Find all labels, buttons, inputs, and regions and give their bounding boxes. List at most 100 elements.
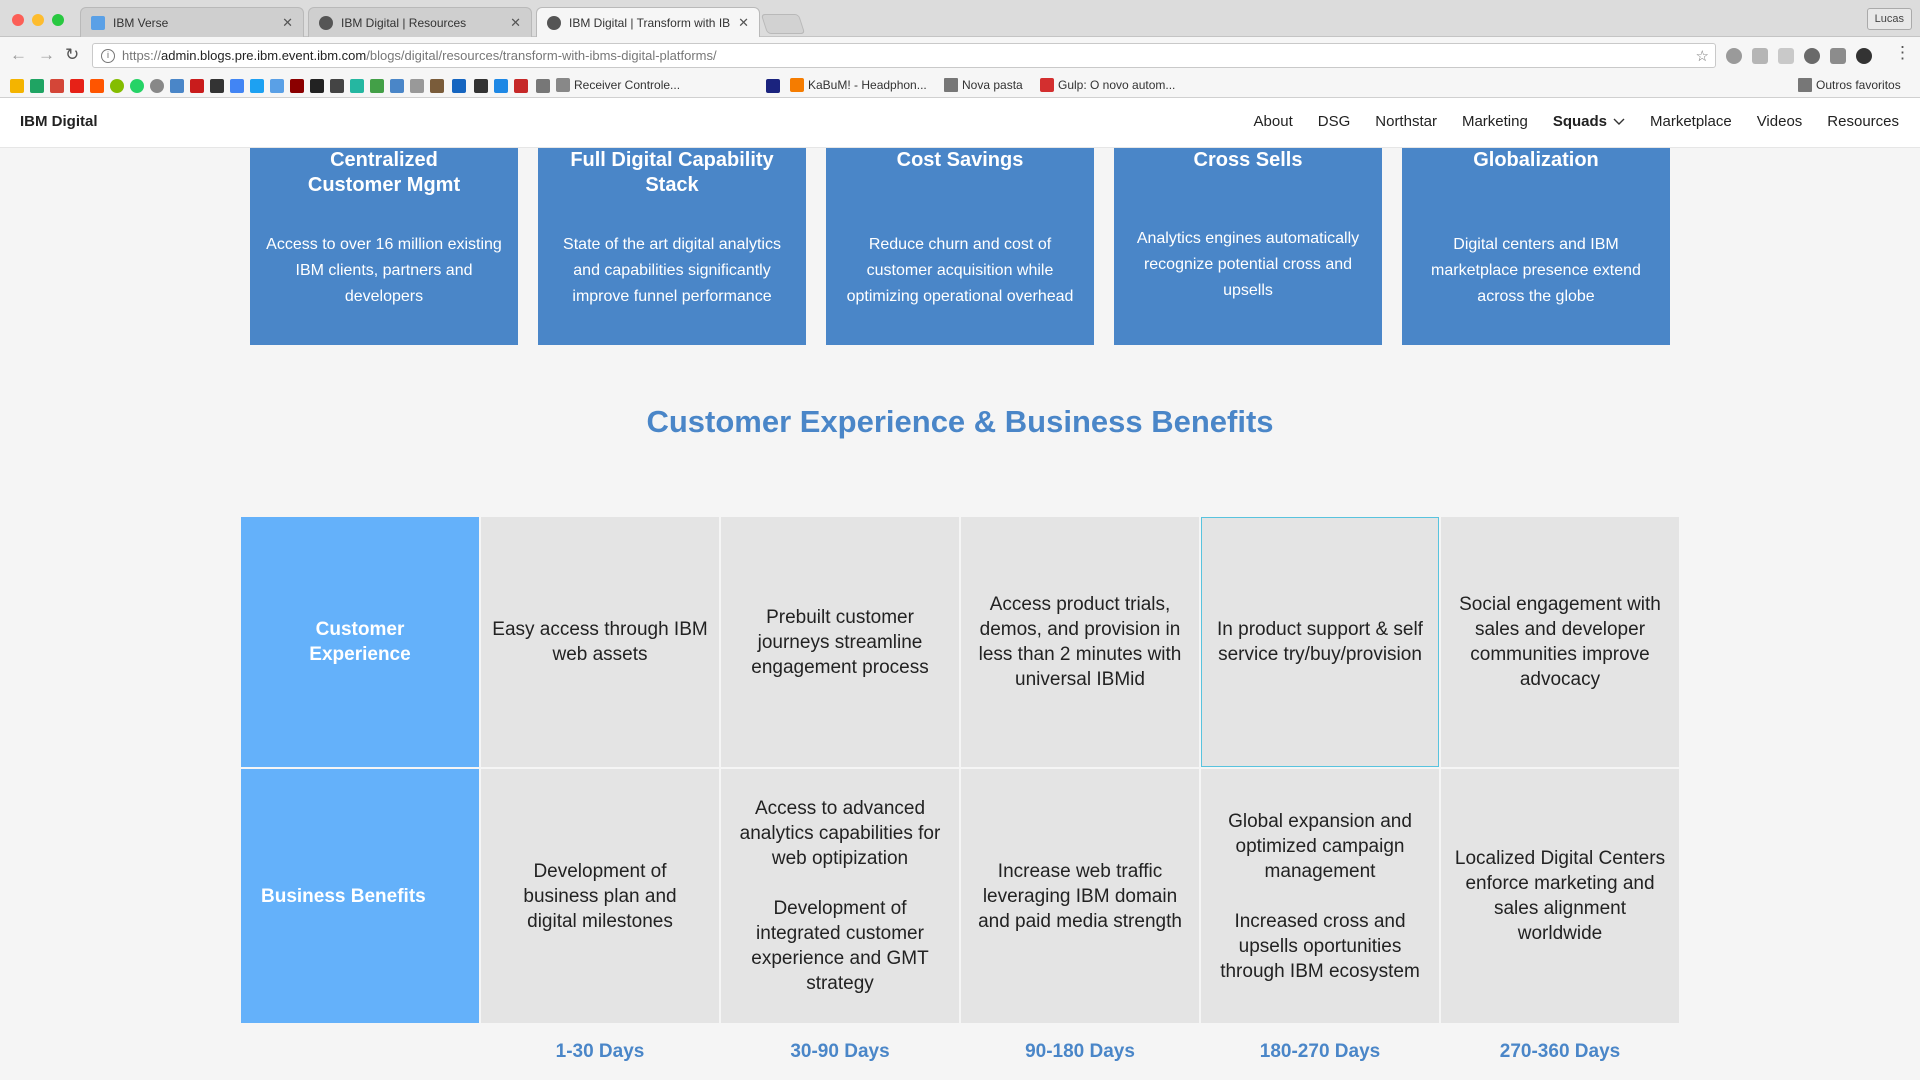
bookmark-icon[interactable] [370,79,384,93]
other-bookmarks-folder[interactable]: Outros favoritos [1798,78,1901,92]
cell-text: Development of integrated customer exper… [751,898,929,994]
bookmark-icon [556,78,570,92]
nav-squads[interactable]: Squads [1553,113,1625,130]
site-info-icon[interactable]: i [101,48,115,63]
browser-toolbar: ← → ↻ i https:// admin.blogs.pre.ibm.eve… [0,37,1920,74]
close-window-button[interactable] [12,14,24,26]
bookmark-star-icon[interactable]: ☆ [1696,47,1709,65]
nav-resources[interactable]: Resources [1827,113,1899,130]
bookmark-icon[interactable] [270,79,284,93]
nav-marketplace[interactable]: Marketplace [1650,113,1732,130]
browser-tab-active[interactable]: IBM Digital | Transform with IB ✕ [536,7,760,38]
bookmark-icon[interactable] [474,79,488,93]
bookmark-label: Gulp: O novo autom... [1058,78,1176,92]
timeline-label: 30-90 Days [790,1041,890,1062]
bookmark-icon[interactable] [190,79,204,93]
new-tab-button[interactable] [760,14,806,34]
soundcloud-icon[interactable] [90,79,104,93]
bookmark-icon[interactable] [410,79,424,93]
reload-icon[interactable]: ↻ [65,46,79,64]
timeline-label: 1-30 Days [555,1041,645,1062]
bookmark-icon[interactable] [536,79,550,93]
site-header: IBM Digital About DSG Northstar Marketin… [0,98,1920,148]
close-tab-icon[interactable]: ✕ [510,15,521,31]
timeline-label: 90-180 Days [1025,1041,1135,1062]
extension-icon[interactable] [1778,48,1794,64]
cell-text: Access to advanced analytics capabilitie… [739,798,941,869]
gmail-icon[interactable] [50,79,64,93]
table-cell: Development of business plan and digital… [481,769,719,1023]
nav-about[interactable]: About [1254,113,1293,130]
card-description: Reduce churn and cost of customer acquis… [846,236,1074,305]
extension-icon[interactable] [1856,48,1872,64]
bookmark-icon[interactable] [390,79,404,93]
bookmark-icon[interactable] [766,79,780,93]
whatsapp-icon[interactable] [130,79,144,93]
minimize-window-button[interactable] [32,14,44,26]
forward-arrow-icon[interactable]: → [38,46,55,64]
amazon-icon[interactable] [210,79,224,93]
cell-text: Increase web traffic leveraging IBM doma… [978,860,1182,932]
browser-tab[interactable]: IBM Digital | Resources ✕ [308,7,532,37]
maximize-window-button[interactable] [52,14,64,26]
extension-icon[interactable] [1830,48,1846,64]
url-scheme: https:// [122,48,162,63]
site-brand[interactable]: IBM Digital [20,113,98,130]
card-title: Cost Savings [896,149,1024,171]
spotify-icon[interactable] [110,79,124,93]
bookmark-icon [790,78,804,92]
bookmark-item[interactable]: Gulp: O novo autom... [1040,78,1175,92]
table-cell: Access product trials, demos, and provis… [961,517,1199,767]
nav-marketing[interactable]: Marketing [1462,113,1528,130]
table-cell: Easy access through IBM web assets [481,517,719,767]
bookmark-item[interactable]: Receiver Controle... [556,78,680,92]
timeline-label: 270-360 Days [1499,1041,1621,1062]
extension-icon[interactable] [1726,48,1742,64]
profile-button[interactable]: Lucas [1866,8,1912,30]
nav-dsg[interactable]: DSG [1318,113,1351,130]
nav-northstar[interactable]: Northstar [1375,113,1437,130]
bookmark-icon[interactable] [350,79,364,93]
table-cell: Access to advanced analytics capabilitie… [721,769,959,1023]
extension-icon[interactable] [1804,48,1820,64]
twitter-icon[interactable] [250,79,264,93]
address-bar[interactable]: i https:// admin.blogs.pre.ibm.event.ibm… [92,43,1716,68]
close-tab-icon[interactable]: ✕ [282,15,293,31]
bookmark-icon[interactable] [494,79,508,93]
nav-squads-label: Squads [1552,113,1607,130]
bookmark-icon [1040,78,1054,92]
menu-dots-icon[interactable]: ⋮ [1894,44,1911,62]
bookmark-icon[interactable] [514,79,528,93]
bookmark-item[interactable]: KaBuM! - Headphon... [790,78,927,92]
tab-title: IBM Digital | Resources [341,15,467,30]
section-title: Customer Experience & Business Benefits [646,404,1274,439]
bookmark-icon[interactable] [330,79,344,93]
card-title: Cross Sells [1193,149,1303,171]
bookmark-icon[interactable] [430,79,444,93]
translate-icon[interactable] [230,79,244,93]
browser-tab[interactable]: IBM Verse ✕ [80,7,304,37]
feature-card: Centralized Customer Mgmt Access to over… [250,148,518,345]
bookmark-icon[interactable] [10,79,24,93]
bookmark-icon[interactable] [452,79,466,93]
bookmark-icon[interactable] [150,79,164,93]
bookmark-icon[interactable] [170,79,184,93]
nav-videos[interactable]: Videos [1757,113,1803,130]
card-title: Full Digital Capability Stack [570,149,774,196]
bookmark-label: Outros favoritos [1816,78,1901,92]
card-description: Analytics engines automatically recogniz… [1136,230,1360,299]
ibm-favicon-icon [319,15,333,30]
folder-icon [944,78,958,92]
site-nav: About DSG Northstar Marketing Squads Mar… [1254,113,1899,130]
close-tab-icon[interactable]: ✕ [738,15,749,31]
bookmark-icon[interactable] [310,79,324,93]
cell-text: Social engagement with sales and develop… [1459,594,1661,690]
extension-icon[interactable] [1752,48,1768,64]
cell-text: Access product trials, demos, and provis… [978,594,1182,690]
back-arrow-icon[interactable]: ← [10,46,27,64]
youtube-icon[interactable] [70,79,84,93]
drive-icon[interactable] [30,79,44,93]
table-cell: Increase web traffic leveraging IBM doma… [961,769,1199,1023]
bookmark-icon[interactable] [290,79,304,93]
bookmark-item[interactable]: Nova pasta [944,78,1023,92]
